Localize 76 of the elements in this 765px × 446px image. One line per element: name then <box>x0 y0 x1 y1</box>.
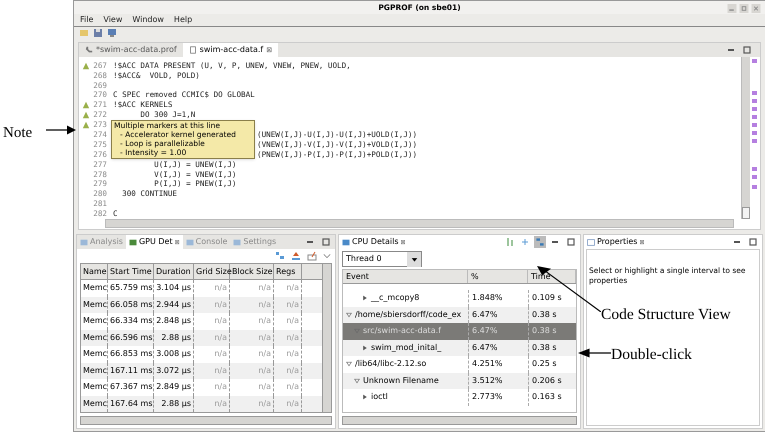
annotation-arrow <box>578 348 611 358</box>
minimize-icon <box>727 4 737 13</box>
save-icon <box>93 28 103 38</box>
marker-icon <box>82 101 90 110</box>
table-cell: Memc <box>81 396 108 412</box>
panel-icon <box>342 238 350 246</box>
menu-item[interactable]: File <box>80 14 94 26</box>
maximize-icon <box>739 4 749 13</box>
column-header[interactable]: Block Size <box>230 264 274 279</box>
monitor-icon <box>107 28 117 38</box>
maximize-icon <box>748 237 758 247</box>
expanded-icon <box>346 361 352 368</box>
table-cell: n/a <box>230 396 274 412</box>
dropdown-icon <box>323 252 331 260</box>
export-icon <box>291 251 301 261</box>
horizontal-scrollbar[interactable] <box>80 416 332 425</box>
marker-icon <box>82 121 90 130</box>
panel-icon <box>186 238 194 246</box>
expanded-icon <box>346 312 352 318</box>
tree-label: __c_mcopy8 <box>371 292 420 304</box>
column-header[interactable]: Duration <box>154 264 194 279</box>
collapsed-icon <box>362 344 368 351</box>
vertical-scrollbar[interactable] <box>741 56 750 219</box>
horizontal-scrollbar[interactable] <box>105 219 734 228</box>
panel-icon <box>233 238 242 246</box>
menu-item[interactable]: Help <box>174 14 192 26</box>
tree-label: src/swim-acc-data.f <box>363 325 441 338</box>
tree-icon <box>534 236 546 248</box>
collapsed-icon <box>362 295 368 302</box>
maximize-icon <box>566 237 576 247</box>
tree-label: /home/sbiersdorff/code_ex <box>355 308 462 321</box>
column-header[interactable]: Regs <box>274 264 302 279</box>
tree-row[interactable]: Unknown Filename 3.512% 0.206 s <box>343 372 576 389</box>
menu-item[interactable]: Window <box>132 14 164 26</box>
tree-label: swim_mod_inital_ <box>371 342 442 354</box>
horizontal-scrollbar[interactable] <box>342 416 577 425</box>
panel-icon <box>587 238 595 246</box>
tree-label: /lib64/libc-2.12.so <box>355 358 426 370</box>
panel-icon <box>80 238 88 246</box>
phone-icon <box>85 46 93 54</box>
file-icon <box>188 46 197 54</box>
maximize-icon <box>321 237 331 247</box>
column-header[interactable]: Grid Size <box>194 264 230 279</box>
collapsed-icon <box>362 394 368 400</box>
panel-title: CPU Details <box>352 236 399 248</box>
panel-icon <box>128 238 137 246</box>
share-icon <box>307 251 317 261</box>
column-header[interactable]: Start Time <box>108 264 154 279</box>
table-cell: n/a <box>194 396 230 412</box>
close-icon <box>751 4 761 13</box>
vertical-scrollbar[interactable] <box>322 264 331 412</box>
expanded-icon <box>354 378 360 384</box>
tree-label: ioctl <box>371 391 388 404</box>
maximize-icon <box>742 44 752 55</box>
column-header[interactable]: Name <box>81 264 108 279</box>
table-cell: n/a <box>274 396 302 412</box>
tree-row[interactable]: swim_mod_inital_ 6.47% 0.38 s <box>343 340 576 356</box>
menu-item[interactable]: View <box>103 14 122 26</box>
table-cell: 167.64 ms <box>108 396 154 412</box>
tree-label: Unknown Filename <box>363 374 439 387</box>
tree-row[interactable]: /home/sbiersdorff/code_ex 6.47% 0.38 s <box>343 306 576 323</box>
column-header[interactable]: % <box>468 270 528 283</box>
annotation-label: Note <box>3 124 32 143</box>
table-cell: 2.773% <box>468 389 528 406</box>
panel-title: Properties <box>597 236 638 248</box>
editor-tab[interactable]: *swim-acc-data.prof <box>79 42 183 57</box>
table-cell: 2.88 µs <box>154 396 194 412</box>
marker-icon <box>82 62 90 70</box>
annotation-arrow <box>46 125 76 135</box>
column-header[interactable]: Event <box>343 270 468 283</box>
thread-dropdown[interactable]: Thread 0 <box>342 251 422 267</box>
marker-icon <box>82 111 90 120</box>
tree-icon <box>275 251 285 261</box>
table-cell: 0.163 s <box>528 389 576 406</box>
folder-icon <box>79 28 89 38</box>
caret-icon <box>410 256 418 262</box>
